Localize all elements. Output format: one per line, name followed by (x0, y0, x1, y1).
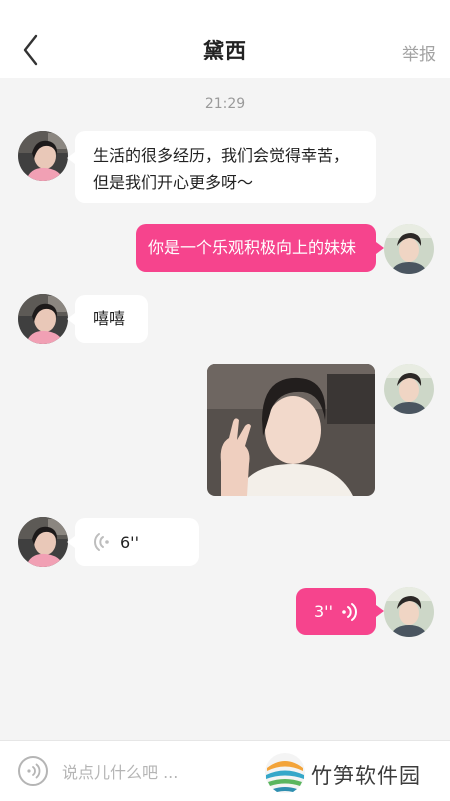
voice-input-button[interactable] (18, 756, 48, 786)
watermark: 竹笋软件园 (263, 750, 443, 796)
message-input[interactable] (62, 759, 252, 785)
bubble-tail (67, 313, 75, 325)
message-text-line: 但是我们开心更多呀～ (93, 173, 254, 192)
user-avatar[interactable] (384, 224, 434, 274)
message-image[interactable] (207, 364, 375, 496)
message-bubble-sent[interactable]: 你是一个乐观积极向上的妹妹 (136, 224, 376, 272)
contact-avatar[interactable] (18, 131, 68, 181)
watermark-logo-icon (265, 753, 305, 793)
bubble-tail (67, 152, 75, 164)
report-button[interactable]: 举报 (402, 40, 436, 65)
page-title: 黛西 (203, 39, 247, 63)
message-timestamp: 21:29 (204, 96, 246, 112)
voice-duration: 3'' (314, 602, 333, 621)
header-bar: 黛西 举报 (0, 0, 450, 78)
message-bubble-received[interactable]: 生活的很多经历，我们会觉得幸苦， 但是我们开心更多呀～ (75, 131, 376, 203)
contact-avatar[interactable] (18, 294, 68, 344)
bubble-tail (67, 536, 75, 548)
contact-avatar[interactable] (18, 517, 68, 567)
bubble-tail (376, 605, 384, 617)
message-bubble-received[interactable]: 嘻嘻 (75, 295, 148, 343)
voice-message-sent[interactable]: 3'' (296, 588, 376, 635)
watermark-text: 竹笋软件园 (311, 764, 421, 788)
message-text: 嘻嘻 (93, 309, 126, 328)
user-avatar[interactable] (384, 364, 434, 414)
sound-wave-icon (342, 603, 357, 621)
voice-message-received[interactable]: 6'' (75, 518, 199, 566)
message-text-line: 生活的很多经历，我们会觉得幸苦， (93, 146, 350, 165)
sound-wave-icon (94, 533, 109, 551)
voice-duration: 6'' (120, 533, 139, 552)
voice-icon (27, 763, 41, 779)
bubble-tail (376, 242, 384, 254)
message-text: 你是一个乐观积极向上的妹妹 (148, 238, 357, 257)
user-avatar[interactable] (384, 587, 434, 637)
